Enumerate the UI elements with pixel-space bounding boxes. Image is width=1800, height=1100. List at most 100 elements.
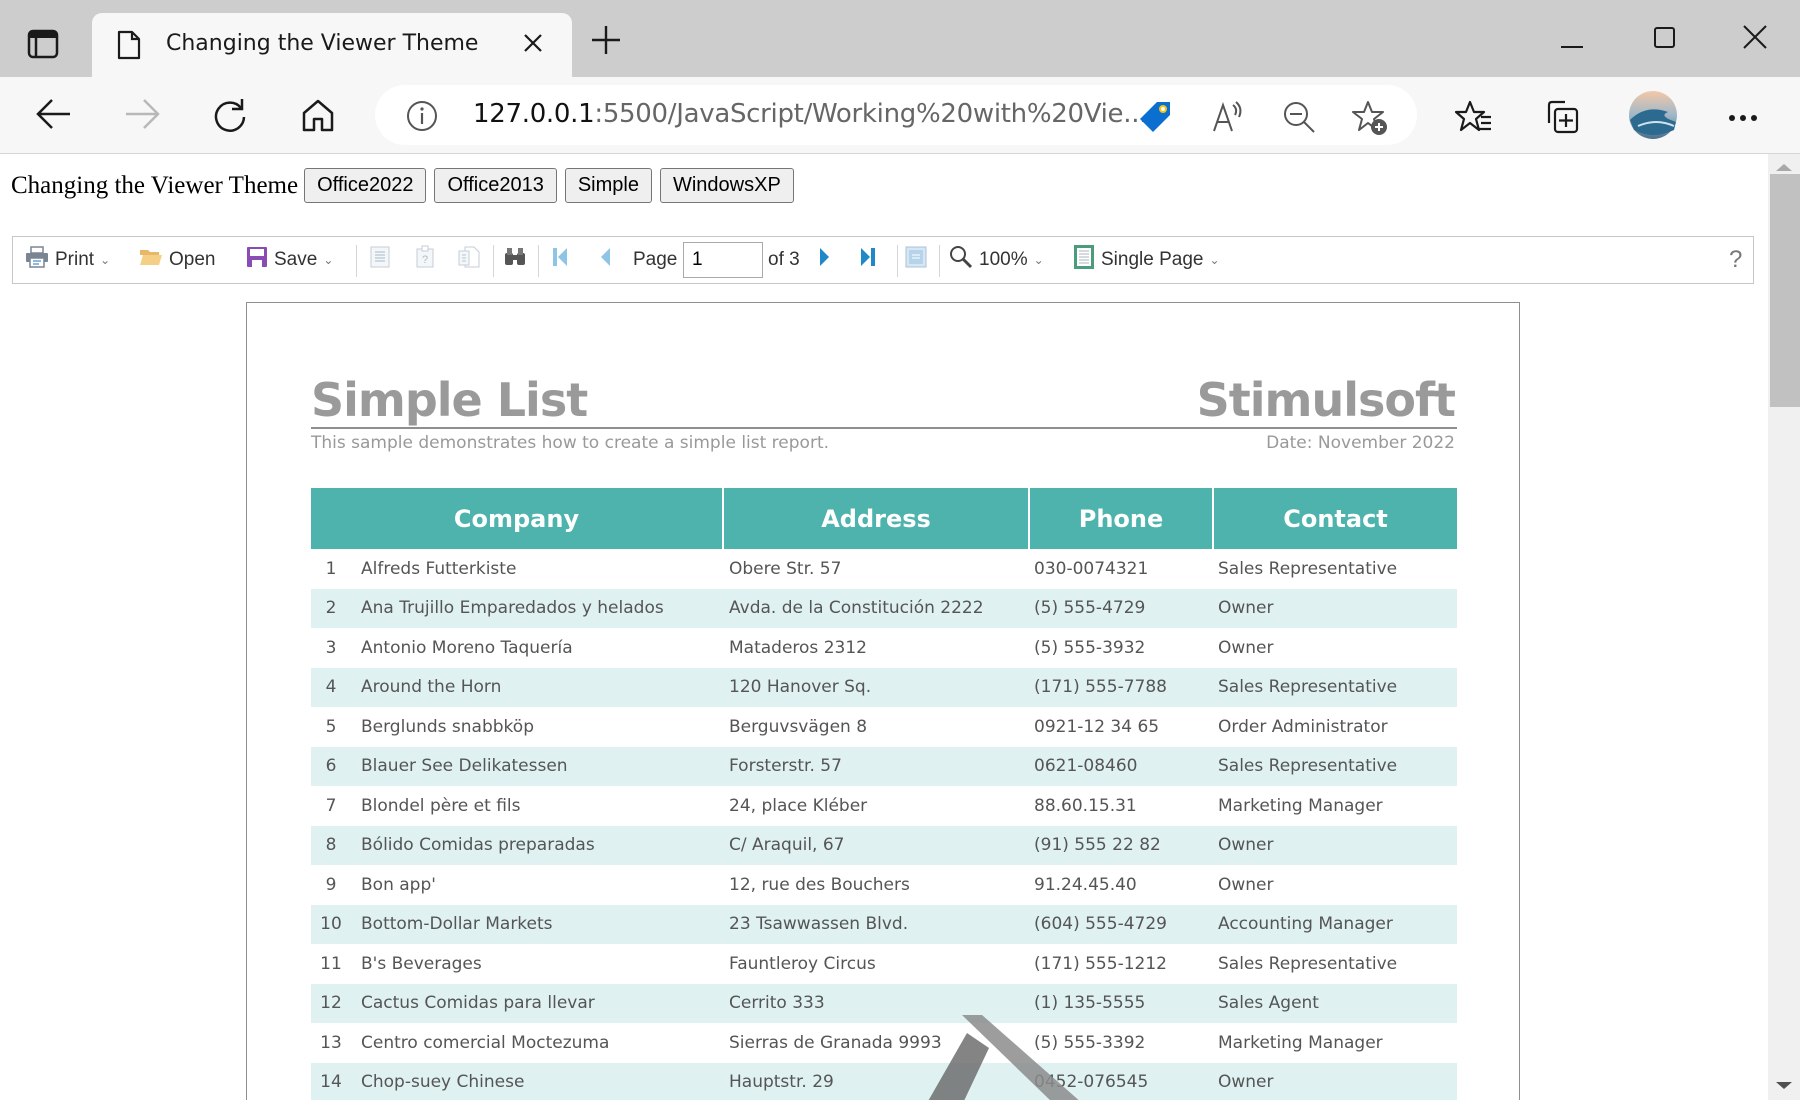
company-cell: Centro comercial Moctezuma bbox=[361, 1032, 610, 1053]
browser-tab[interactable]: Changing the Viewer Theme bbox=[92, 13, 572, 77]
phone-cell: (5) 555-3932 bbox=[1034, 637, 1146, 658]
row-number: 6 bbox=[311, 746, 351, 786]
maximize-icon[interactable] bbox=[1653, 26, 1677, 55]
company-cell: Bólido Comidas preparadas bbox=[351, 825, 723, 865]
collections-icon[interactable] bbox=[1543, 99, 1581, 140]
row-number: 5 bbox=[325, 716, 337, 737]
column-header-phone: Phone bbox=[1029, 488, 1214, 549]
save-label: Save bbox=[274, 249, 318, 270]
table-row: 1 Alfreds Futterkiste Obere Str. 57 030-007… bbox=[311, 549, 1457, 589]
phone-cell: (171) 555-1212 bbox=[1034, 953, 1167, 974]
previous-page-button[interactable] bbox=[599, 237, 611, 283]
address-cell: Avda. de la Constitución 2222 bbox=[723, 588, 1029, 628]
theme-simple-button[interactable]: Simple bbox=[564, 168, 652, 203]
new-tab-icon[interactable] bbox=[590, 24, 622, 61]
page-count: of 3 bbox=[768, 237, 800, 283]
bookmarks-button[interactable] bbox=[369, 237, 391, 283]
zoom-out-icon[interactable] bbox=[1281, 99, 1317, 140]
page-number-input[interactable] bbox=[683, 242, 763, 278]
last-page-button[interactable] bbox=[859, 237, 877, 283]
print-label: Print bbox=[55, 249, 95, 270]
company-cell: Bottom-Dollar Markets bbox=[351, 904, 723, 944]
page-label-text: Page bbox=[633, 249, 678, 270]
phone-cell: 030-0074321 bbox=[1034, 558, 1149, 579]
company-cell: Blondel père et fils bbox=[361, 795, 521, 816]
table-row: 3 Antonio Moreno Taquería Mataderos 2312 (5… bbox=[311, 628, 1457, 668]
zoom-value: 100% bbox=[979, 249, 1028, 270]
zoom-button[interactable]: 100% ⌄ bbox=[949, 237, 1044, 283]
print-button[interactable]: Print ⌄ bbox=[25, 237, 110, 283]
theme-windowsxp-button[interactable]: WindowsXP bbox=[659, 168, 794, 203]
favorites-icon[interactable] bbox=[1454, 99, 1493, 140]
contact-cell: Owner bbox=[1213, 825, 1457, 865]
company-cell: Bon app' bbox=[361, 874, 436, 895]
row-number: 7 bbox=[325, 795, 337, 816]
company-cell: Around the Horn bbox=[351, 667, 723, 707]
table-row: 12 Cactus Comidas para llevar Cerrito 333(… bbox=[311, 983, 1457, 1023]
resources-button[interactable] bbox=[457, 237, 481, 283]
scroll-up-arrow-icon[interactable] bbox=[1776, 164, 1792, 171]
help-button[interactable]: ? bbox=[1729, 237, 1742, 283]
forward-icon[interactable] bbox=[124, 97, 160, 136]
find-button[interactable] bbox=[503, 237, 527, 283]
resources-icon bbox=[457, 245, 481, 275]
first-page-button[interactable] bbox=[551, 237, 569, 283]
tab-strip: Changing the Viewer Theme bbox=[0, 0, 1800, 77]
minimize-icon[interactable] bbox=[1560, 36, 1584, 54]
full-screen-button[interactable] bbox=[905, 237, 927, 283]
info-icon[interactable] bbox=[405, 99, 439, 138]
contact-cell: Order Administrator bbox=[1218, 716, 1388, 737]
close-icon[interactable] bbox=[522, 31, 544, 59]
page-label: Page bbox=[633, 237, 677, 283]
window-close-icon[interactable] bbox=[1742, 24, 1768, 55]
more-icon[interactable] bbox=[1728, 109, 1758, 127]
contact-cell: Owner bbox=[1213, 588, 1457, 628]
company-cell: Ana Trujillo Emparedados y helados bbox=[351, 588, 723, 628]
theme-office2022-button[interactable]: Office2022 bbox=[304, 168, 427, 203]
view-mode-button[interactable]: Single Page ⌄ bbox=[1073, 237, 1220, 283]
column-header-address: Address bbox=[723, 488, 1030, 549]
contact-cell: Sales Representative bbox=[1213, 667, 1457, 707]
vertical-scrollbar[interactable] bbox=[1768, 154, 1800, 1100]
last-page-icon bbox=[859, 246, 877, 274]
address-bar[interactable]: 127.0.0.1:5500/JavaScript/Working%20with… bbox=[375, 85, 1417, 145]
add-favorite-icon[interactable] bbox=[1351, 99, 1389, 142]
back-icon[interactable] bbox=[36, 97, 72, 136]
open-button[interactable]: Open bbox=[139, 237, 215, 283]
address-cell: Forsterstr. 57 bbox=[723, 746, 1029, 786]
table-row: 14 Chop-suey Chinese Hauptstr. 29 0452-0765… bbox=[311, 1062, 1457, 1100]
scroll-down-arrow-icon[interactable] bbox=[1776, 1082, 1792, 1089]
theme-selector: Changing the Viewer Theme Office2022 Off… bbox=[11, 168, 802, 203]
company-cell: Chop-suey Chinese bbox=[351, 1062, 723, 1100]
address-cell: Fauntleroy Circus bbox=[729, 953, 876, 974]
table-header-row: Company Address Phone Contact bbox=[311, 488, 1457, 549]
separator bbox=[356, 245, 357, 277]
refresh-icon[interactable] bbox=[212, 97, 248, 138]
page-heading: Changing the Viewer Theme bbox=[11, 171, 299, 199]
read-aloud-icon[interactable] bbox=[1210, 99, 1246, 140]
full-screen-icon bbox=[905, 245, 927, 275]
parameters-button[interactable]: ? bbox=[415, 237, 435, 283]
theme-office2013-button[interactable]: Office2013 bbox=[434, 168, 557, 203]
row-number: 9 bbox=[325, 874, 337, 895]
report-brand: Stimulsoft bbox=[1196, 373, 1456, 427]
home-icon[interactable] bbox=[300, 97, 336, 138]
save-button[interactable]: Save ⌄ bbox=[246, 237, 333, 283]
report-page: Simple List Stimulsoft This sample demon… bbox=[246, 302, 1520, 1100]
folder-icon bbox=[139, 247, 163, 273]
separator bbox=[939, 245, 940, 277]
coupon-tag-icon[interactable] bbox=[1137, 99, 1173, 140]
next-page-button[interactable] bbox=[819, 237, 831, 283]
scroll-thumb[interactable] bbox=[1770, 174, 1800, 407]
contact-cell: Sales Representative bbox=[1218, 558, 1398, 579]
profile-avatar[interactable] bbox=[1628, 90, 1678, 145]
viewer-toolbar: Print ⌄ Open Save ⌄ ? Page 1 of 3 100% ⌄… bbox=[12, 236, 1754, 284]
contact-cell: Owner bbox=[1218, 637, 1274, 658]
navigation-bar: 127.0.0.1:5500/JavaScript/Working%20with… bbox=[0, 77, 1800, 154]
url-text[interactable]: 127.0.0.1:5500/JavaScript/Working%20with… bbox=[473, 99, 1147, 129]
company-cell: B's Beverages bbox=[361, 953, 482, 974]
address-cell: 12, rue des Bouchers bbox=[729, 874, 910, 895]
tab-actions-icon[interactable] bbox=[26, 28, 62, 62]
separator bbox=[897, 245, 898, 277]
table-row: 4 Around the Horn 120 Hanover Sq. (171) 555… bbox=[311, 667, 1457, 707]
